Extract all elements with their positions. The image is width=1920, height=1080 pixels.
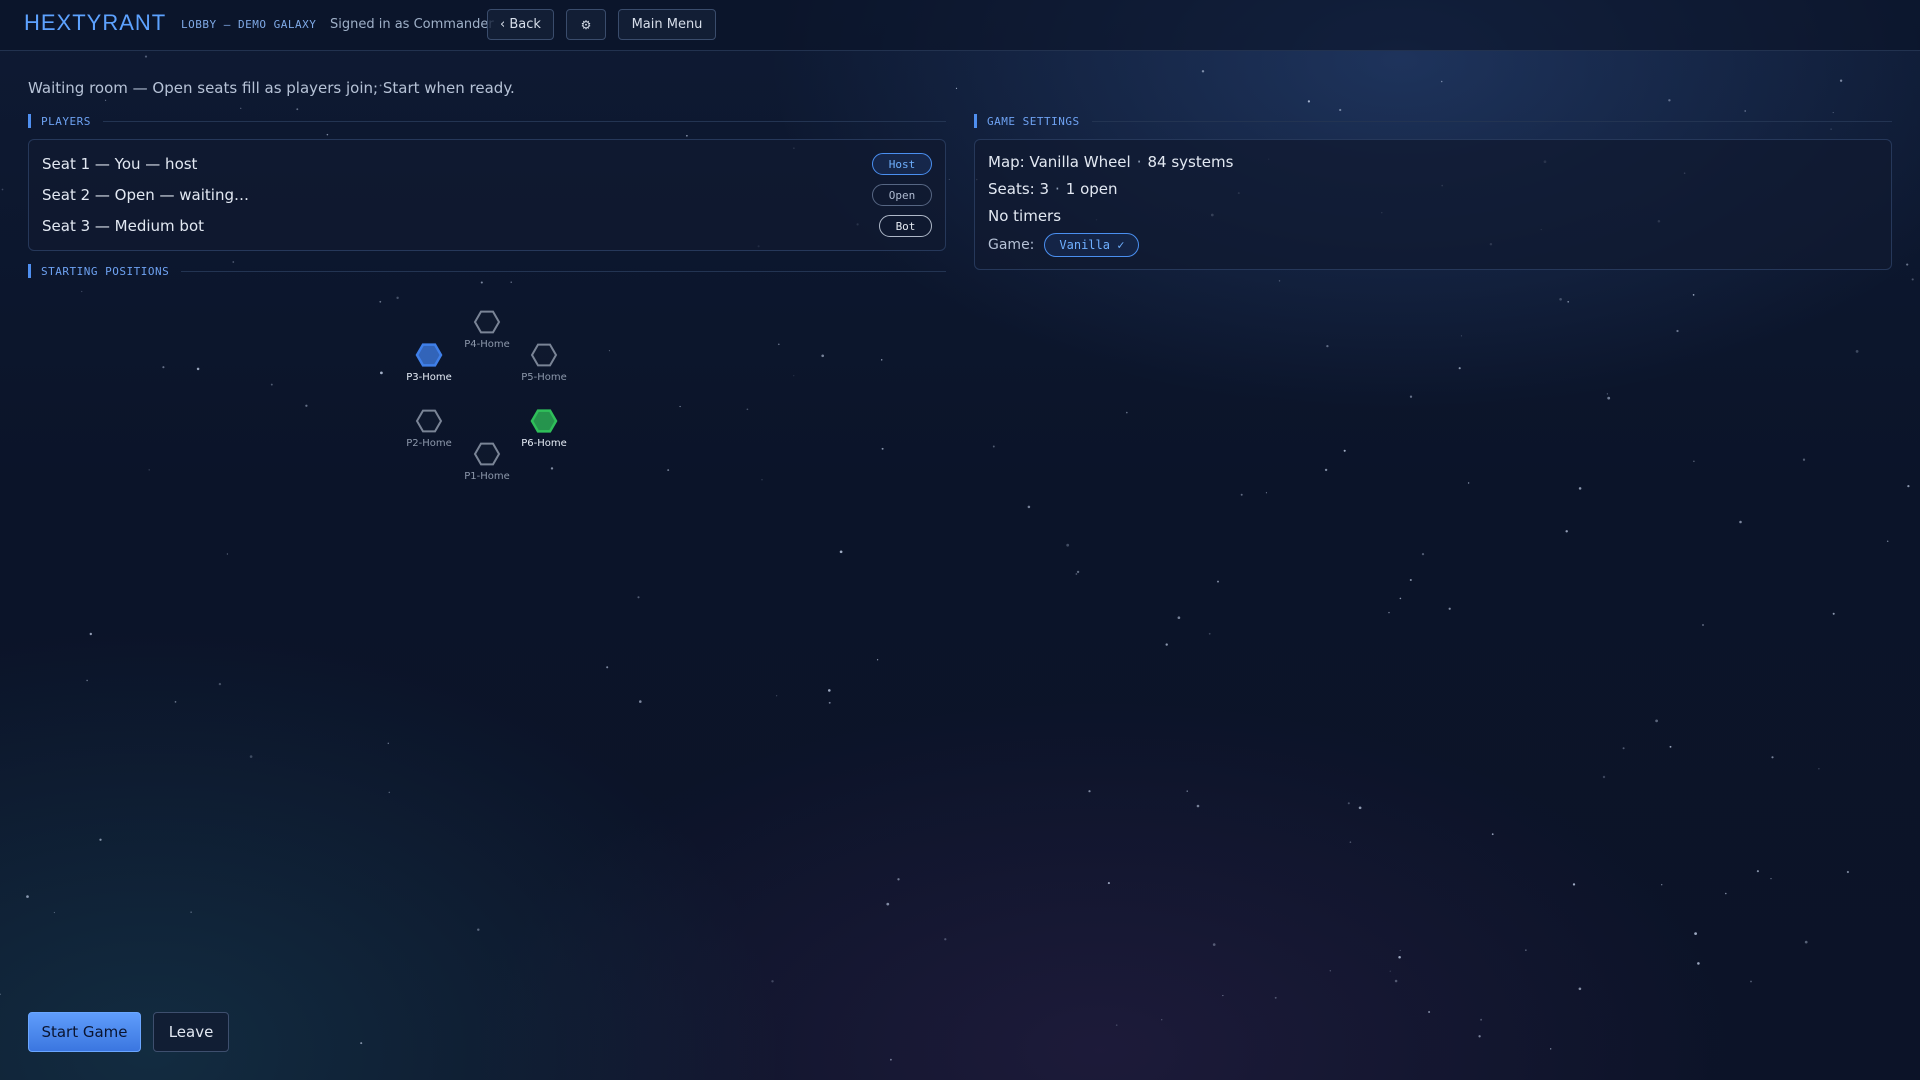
starting-positions-map: P4-Home P3-Home P5-Home P2-Home P6-Home P1-Ho… bbox=[406, 310, 567, 482]
hex-label: P2-Home bbox=[406, 438, 452, 449]
hex-label: P4-Home bbox=[464, 339, 510, 350]
hex-position-p4-home[interactable]: P4-Home bbox=[464, 310, 510, 350]
hex-label: P1-Home bbox=[464, 471, 510, 482]
hex-tile[interactable] bbox=[473, 310, 501, 334]
hex-position-p3-home[interactable]: P3-Home bbox=[406, 343, 452, 383]
hex-position-p1-home[interactable]: P1-Home bbox=[464, 442, 510, 482]
hex-label: P6-Home bbox=[521, 438, 567, 449]
leave-button[interactable]: Leave bbox=[153, 1012, 229, 1052]
hex-label: P3-Home bbox=[406, 372, 452, 383]
hex-tile[interactable] bbox=[530, 343, 558, 367]
hex-tile[interactable] bbox=[415, 409, 443, 433]
start-game-button[interactable]: Start Game bbox=[28, 1012, 141, 1052]
hex-position-p6-home[interactable]: P6-Home bbox=[521, 409, 567, 449]
hex-tile[interactable] bbox=[415, 343, 443, 367]
hex-position-p5-home[interactable]: P5-Home bbox=[521, 343, 567, 383]
hex-tile[interactable] bbox=[530, 409, 558, 433]
hex-tile[interactable] bbox=[473, 442, 501, 466]
hex-position-p2-home[interactable]: P2-Home bbox=[406, 409, 452, 449]
hex-label: P5-Home bbox=[521, 372, 567, 383]
